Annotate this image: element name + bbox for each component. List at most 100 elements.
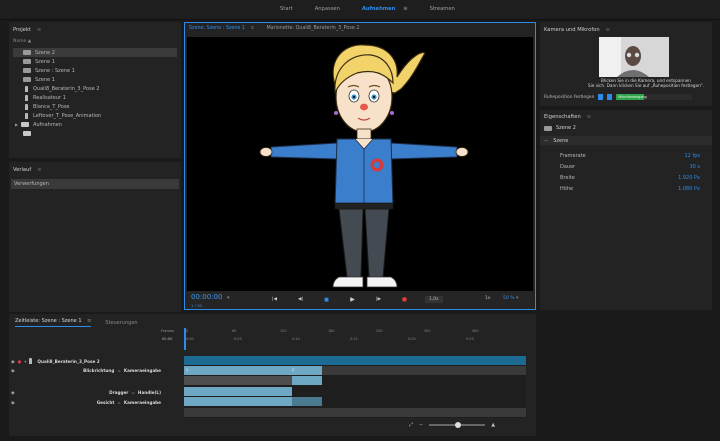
go-start-icon[interactable]: |◀ [269,295,280,304]
playback-speed[interactable]: 1,0x [425,296,443,303]
project-panel: Projekt ≡ Name ▲ Szene 2 Szene 1 Szene :… [9,22,181,158]
ruler-frame: 240 [376,329,383,333]
properties-rows: Framerate 12 fps Dauer 30 s Breite 1.920… [560,150,700,194]
history-menu-icon[interactable]: ≡ [37,167,41,173]
take-clip[interactable] [292,397,322,406]
fit-timeline-icon[interactable]: ⤢ [409,422,413,428]
track-area[interactable]: 1 2 [184,356,526,418]
take-clip[interactable] [184,387,292,396]
history-item[interactable]: Verwerfungen [11,179,179,189]
take-clip[interactable] [184,397,292,406]
project-menu-icon[interactable]: ≡ [37,27,41,33]
list-item[interactable]: Szene : Szene 1 [13,66,177,75]
camera-toggle-icon[interactable] [598,94,604,100]
expand-arrow-icon[interactable]: ▶ [15,122,18,127]
tab-timeline[interactable]: Zeitleiste: Szene : Szene 1 ≡ [15,318,92,327]
puppet-icon [25,94,28,101]
camera-message-line2: Sie sich. Dann klicken Sie auf „Ruheposi… [587,83,704,89]
list-item[interactable]: Realisateur 1 [13,93,177,102]
camera-panel: Kamera und Mikrofon ≡ Blicken Sie in die… [540,22,712,106]
zoom-dropdown[interactable]: 50 % ▾ [503,296,518,301]
take-clip[interactable] [292,376,322,385]
fit-button[interactable]: 1x [485,296,490,301]
properties-section-header[interactable]: − Szene [540,136,712,145]
time-label: 00:00 [162,337,173,341]
ruler-frame: 360 [472,329,479,333]
properties-panel: Eigenschaften ≡ Szene 2 − Szene Framerat… [540,110,712,310]
zoom-slider[interactable] [429,422,486,428]
play-icon[interactable]: ▶ [347,295,358,304]
visibility-icon[interactable]: ◉ [11,400,15,405]
prop-value[interactable]: 1.080 Px [678,186,700,192]
scene-stage[interactable] [187,37,533,291]
timeline-panel: Zeitleiste: Szene : Szene 1 ≡ Steuerunge… [9,314,536,436]
folder-icon[interactable] [23,131,31,136]
record-arm-icon[interactable]: ● [18,359,22,364]
tab-controls[interactable]: Steuerungen [105,320,137,326]
list-item[interactable]: ▶ Aufnahmen [13,120,177,129]
project-panel-title: Projekt [13,27,31,33]
prop-label: Dauer [560,163,576,170]
properties-menu-icon[interactable]: ≡ [587,114,591,120]
take-clip-lane [322,366,526,375]
record-icon[interactable]: ● [399,295,410,304]
step-back-icon[interactable]: ◀| [295,295,306,304]
scene-panel: Szene: Szene : Szene 1 ≡ Marionette: Qua… [184,22,536,310]
ruler-time: 0:00 [186,337,194,341]
puppet-track-bar[interactable] [184,356,526,365]
puppet-icon [25,85,28,92]
list-item[interactable]: Leftover_T_Pose_Animation [13,111,177,120]
history-panel: Verlauf ≡ Verwerfungen [9,162,181,312]
menu-aufnehmen[interactable]: Aufnehmen ≡ [362,6,408,12]
record-mode-icon[interactable]: ■ [321,295,332,304]
puppet-character[interactable] [187,37,533,291]
visibility-icon[interactable]: ◉ [11,368,15,373]
track-row[interactable]: ◉ Blickrichtung = Kameraeingabe [11,368,161,373]
rest-pose-label[interactable]: Ruheposition festlegen [544,95,594,100]
mic-toggle-icon[interactable] [607,94,613,100]
track-row[interactable]: ◉ Dragger = Handle(L) [11,390,161,395]
tab-puppet[interactable]: Marionette: Quali8_Beraterin_3_Pose 2 [266,26,359,31]
zoom-in-icon[interactable]: ▲ [491,422,495,428]
prop-value[interactable]: 1.920 Px [678,175,700,181]
menu-streamen[interactable]: Streamen [430,6,455,12]
track-headers: ◉ ● ▾ Quali8_Beraterin_3_Pose 2 ◉ Blickr… [9,356,184,418]
ruler-time: 0:20 [408,337,416,341]
mic-level-meter: Mikrofoneingang [616,94,693,100]
timecode-dropdown[interactable]: ▾ [227,295,230,301]
list-item[interactable]: Quali8_Beraterin_3_Pose 2 [13,84,177,93]
camera-menu-icon[interactable]: ≡ [606,27,610,33]
frame-counter: 1 / 30 [191,303,202,308]
time-ruler[interactable]: Frames 00:00 0 60 120 180 240 300 360 0:… [161,328,534,350]
list-item[interactable]: Szene 1 [13,75,177,84]
playhead[interactable] [184,328,186,350]
visibility-icon[interactable]: ◉ [11,390,15,395]
clip-mark: 1 [186,368,189,372]
prop-label: Breite [560,174,575,181]
step-forward-icon[interactable]: |▶ [373,295,384,304]
list-item[interactable]: Szene 1 [13,57,177,66]
menu-start[interactable]: Start [280,6,293,12]
prop-value[interactable]: 12 fps [685,153,701,159]
track-row[interactable]: ◉ Gesicht = Kameraeingabe [11,400,161,405]
clip-mark: 2 [292,368,295,372]
tab-scene[interactable]: Szene: Szene : Szene 1 ≡ [189,26,254,31]
history-panel-title: Verlauf [13,167,32,173]
collapse-icon[interactable]: − [544,138,548,144]
scene-icon [23,68,31,73]
zoom-out-icon[interactable]: − [419,422,423,428]
timecode-display[interactable]: 00:00:00 ▾ [191,293,230,301]
take-clip[interactable] [184,366,322,375]
take-clip[interactable] [184,376,292,385]
visibility-icon[interactable]: ◉ [11,359,15,364]
menu-anpassen[interactable]: Anpassen [315,6,340,12]
project-name-column-header[interactable]: Name ▲ [13,39,31,44]
list-item[interactable]: Blanca_T_Pose [13,102,177,111]
expand-arrow-icon[interactable]: ▾ [24,359,26,364]
ruler-frame: 180 [328,329,335,333]
list-item[interactable]: Szene 2 [13,48,177,57]
prop-value[interactable]: 30 s [689,164,700,170]
camera-panel-title: Kamera und Mikrofon [544,27,600,33]
track-row[interactable]: ◉ ● ▾ Quali8_Beraterin_3_Pose 2 [11,358,100,364]
scene-icon [23,50,31,55]
